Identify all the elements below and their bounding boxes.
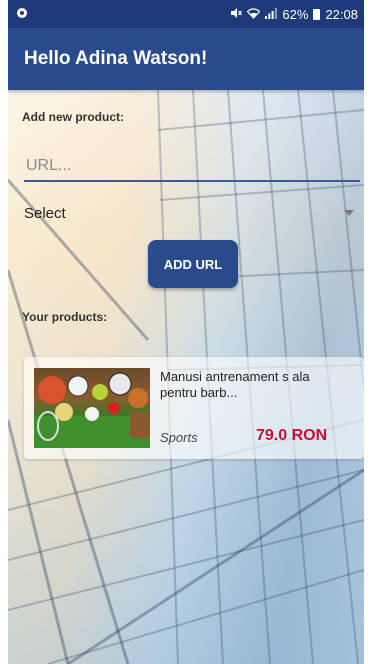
wifi-icon xyxy=(247,7,261,21)
product-name: Manusi antrenament s ala pentru barb... xyxy=(160,369,310,400)
add-product-label: Add new product: xyxy=(22,110,124,124)
signal-icon xyxy=(265,7,278,21)
category-select-value: Select xyxy=(24,204,66,222)
battery-percent: 62% xyxy=(282,6,309,22)
product-image xyxy=(34,368,150,448)
add-url-button-label: ADD URL xyxy=(163,256,223,272)
product-category: Sports xyxy=(160,430,198,445)
clock: 22:08 xyxy=(325,6,358,22)
app-bar: Hello Adina Watson! xyxy=(8,28,364,90)
product-price: 79.0 RON xyxy=(256,427,328,444)
battery-icon xyxy=(313,8,321,20)
chevron-down-icon xyxy=(344,210,354,216)
add-url-button[interactable]: ADD URL xyxy=(148,240,238,288)
category-select[interactable]: Select xyxy=(24,198,360,228)
mute-icon xyxy=(230,7,243,21)
phone-screen: 62% 22:08 Hello Adina Watson! Add new pr… xyxy=(8,0,364,664)
status-bar: 62% 22:08 xyxy=(8,0,364,28)
page-title: Hello Adina Watson! xyxy=(24,48,208,69)
product-card[interactable]: Manusi antrenament s ala pentru barb... … xyxy=(24,357,364,459)
your-products-label: Your products: xyxy=(22,310,108,324)
notification-icon xyxy=(16,7,28,21)
url-input[interactable] xyxy=(24,152,360,182)
